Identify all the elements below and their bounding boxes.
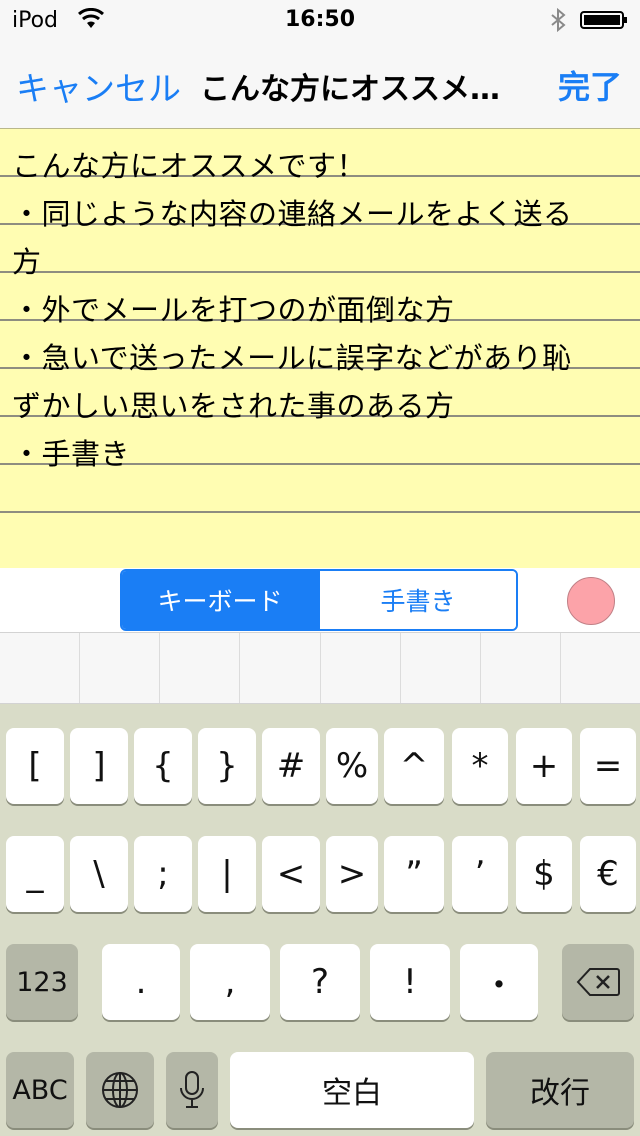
note-editor[interactable]: こんな方にオススメです！ ・同じような内容の連絡メールをよく送る 方 ・外でメー…: [0, 128, 640, 568]
candidate-slot[interactable]: [481, 633, 561, 703]
key[interactable]: ’: [452, 836, 508, 912]
key[interactable]: €: [580, 836, 636, 912]
key[interactable]: *: [452, 728, 508, 804]
key[interactable]: ,: [190, 944, 270, 1020]
key[interactable]: +: [516, 728, 572, 804]
key[interactable]: $: [516, 836, 572, 912]
key[interactable]: >: [326, 836, 378, 912]
globe-key[interactable]: [86, 1052, 154, 1128]
key[interactable]: ?: [280, 944, 360, 1020]
key[interactable]: |: [198, 836, 256, 912]
microphone-icon: [180, 1071, 204, 1108]
status-bar: iPod 16:50: [0, 0, 640, 40]
note-line: こんな方にオススメです！: [0, 129, 640, 183]
note-line: [0, 465, 640, 513]
note-line: ・急いで送ったメールに誤字などがあり恥: [0, 321, 640, 375]
battery-icon: [580, 11, 627, 29]
navigation-bar: キャンセル こんな方にオススメ… 完了: [0, 40, 640, 128]
key[interactable]: !: [370, 944, 450, 1020]
delete-icon: [576, 968, 620, 996]
note-line: 方: [0, 225, 640, 279]
keyboard-mode-tab[interactable]: キーボード: [122, 571, 318, 629]
key[interactable]: ;: [134, 836, 192, 912]
key[interactable]: ”: [384, 836, 444, 912]
note-line: ・同じような内容の連絡メールをよく送る: [0, 177, 640, 231]
candidate-slot[interactable]: [160, 633, 241, 703]
key[interactable]: _: [6, 836, 64, 912]
key[interactable]: [: [6, 728, 64, 804]
note-line: [0, 513, 640, 561]
candidate-slot[interactable]: [0, 633, 81, 703]
globe-icon: [102, 1072, 138, 1108]
abc-mode-key[interactable]: ABC: [6, 1052, 74, 1128]
key[interactable]: .: [102, 944, 180, 1020]
keyboard: [ ] { } # % ^ * + = _ \ ; | < > ” ’ $ € …: [0, 704, 640, 1136]
done-button[interactable]: 完了: [558, 62, 622, 108]
handwriting-mode-tab[interactable]: 手書き: [318, 571, 516, 629]
candidate-slot[interactable]: [80, 633, 161, 703]
candidate-slot[interactable]: [240, 633, 321, 703]
space-key[interactable]: 空白: [230, 1052, 474, 1128]
key[interactable]: ・: [460, 944, 538, 1020]
input-mode-segmented-control: キーボード 手書き: [120, 569, 518, 631]
candidate-slot[interactable]: [401, 633, 481, 703]
input-mode-toolbar: キーボード 手書き: [0, 568, 640, 632]
key[interactable]: <: [262, 836, 320, 912]
page-title: こんな方にオススメ…: [200, 72, 500, 107]
key[interactable]: ]: [70, 728, 128, 804]
numbers-mode-key[interactable]: 123: [6, 944, 78, 1020]
key[interactable]: {: [134, 728, 192, 804]
key[interactable]: \: [70, 836, 128, 912]
key[interactable]: =: [580, 728, 636, 804]
key[interactable]: ^: [384, 728, 444, 804]
key[interactable]: %: [326, 728, 378, 804]
candidate-slot[interactable]: [321, 633, 401, 703]
note-line: ・外でメールを打つのが面倒な方: [0, 273, 640, 327]
candidate-slot[interactable]: [561, 633, 640, 703]
key[interactable]: }: [198, 728, 256, 804]
key[interactable]: #: [262, 728, 320, 804]
bluetooth-icon: [551, 8, 566, 32]
dictation-key[interactable]: [166, 1052, 218, 1128]
delete-key[interactable]: [562, 944, 634, 1020]
note-line: ずかしい思いをされた事のある方: [0, 369, 640, 423]
clock: 16:50: [284, 7, 356, 32]
cancel-button[interactable]: キャンセル: [16, 62, 181, 110]
return-key[interactable]: 改行: [486, 1052, 634, 1128]
candidate-bar: [0, 632, 640, 704]
pen-color-button[interactable]: [567, 577, 615, 625]
note-line: ・手書き: [0, 417, 640, 471]
